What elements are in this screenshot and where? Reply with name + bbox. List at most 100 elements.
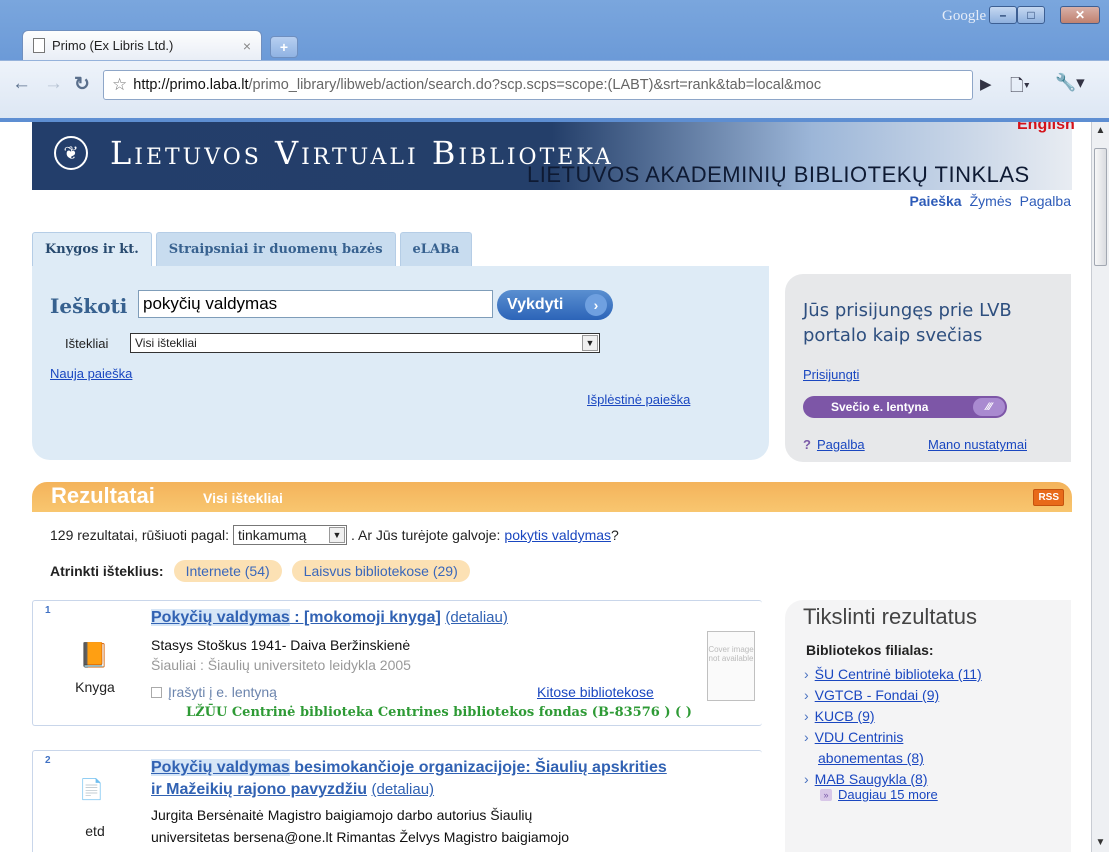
- browser-tab[interactable]: Primo (Ex Libris Ltd.) ×: [22, 30, 262, 60]
- search-button[interactable]: Vykdyti ›: [497, 290, 613, 320]
- guest-eshelf-button[interactable]: Svečio e. lentyna ⁄⁄⁄: [803, 396, 1007, 418]
- did-you-mean-link[interactable]: pokytis valdymas: [504, 527, 611, 543]
- new-search-link[interactable]: Nauja paieška: [50, 366, 132, 381]
- chevron-right-icon: ›: [585, 294, 607, 316]
- filter-available[interactable]: Laisvus bibliotekose (29): [291, 560, 470, 582]
- chevron-right-icon: ›: [804, 729, 809, 745]
- url-host: http://primo.laba.lt: [133, 77, 249, 93]
- thesis-icon: 📄: [79, 779, 104, 801]
- did-you-mean-suffix: ?: [611, 527, 619, 543]
- search-label: Ieškoti: [50, 294, 128, 318]
- minimize-button[interactable]: –: [989, 6, 1017, 24]
- guest-message: Jūs prisijungęs prie LVB portalo kaip sv…: [803, 300, 1012, 347]
- facet-item[interactable]: › VDU Centrinis: [804, 727, 1064, 748]
- search-input[interactable]: [138, 290, 493, 318]
- facet-list: › ŠU Centrinė biblioteka (11) › VGTCB - Fo…: [804, 664, 1064, 790]
- scroll-down-arrow-icon[interactable]: ▼: [1092, 834, 1109, 852]
- browser-toolbar: ← → ↻ ☆ http://primo.laba.lt/primo_libra…: [0, 60, 1109, 118]
- guest-help: ? Pagalba: [803, 437, 865, 452]
- back-arrow-icon[interactable]: ←: [12, 73, 31, 95]
- browser-chrome: Primo (Ex Libris Ltd.) × + Google – □ ✕ …: [0, 0, 1109, 122]
- tab-articles[interactable]: Straipsniai ir duomenų bazės: [155, 232, 396, 266]
- forward-arrow-icon[interactable]: →: [44, 73, 63, 95]
- chevron-down-icon: ▼: [329, 527, 345, 543]
- detail-link[interactable]: (detaliau): [372, 781, 435, 798]
- window-close-button[interactable]: ✕: [1060, 6, 1100, 24]
- facet-item[interactable]: › ŠU Centrinė biblioteka (11): [804, 664, 1064, 685]
- facet-title: Bibliotekos filialas:: [806, 642, 934, 658]
- help-link[interactable]: Pagalba: [817, 437, 865, 452]
- play-icon[interactable]: ▶: [980, 75, 992, 93]
- filter-online[interactable]: Internete (54): [173, 560, 282, 582]
- vertical-scrollbar[interactable]: ▲ ▼: [1091, 122, 1109, 852]
- holdings-info[interactable]: LŽŪU Centrinė biblioteka Centrines bibli…: [186, 705, 692, 720]
- sources-select-value: Visi ištekliai: [135, 336, 197, 350]
- reload-icon[interactable]: ↻: [74, 73, 90, 96]
- more-facets[interactable]: » Daugiau 15 more: [820, 787, 938, 802]
- chevron-right-icon: ›: [804, 771, 809, 787]
- chevron-right-icon: ›: [804, 708, 809, 724]
- page-viewport: ❦ Lietuvos Virtuali Biblioteka LIETUVOS …: [0, 122, 1091, 852]
- add-to-shelf[interactable]: Įrašyti į e. lentyną: [151, 684, 277, 700]
- title-highlight: Pokyčių valdymas: [151, 759, 290, 776]
- search-button-label: Vykdyti: [507, 296, 564, 313]
- tab-title: Primo (Ex Libris Ltd.): [52, 38, 174, 53]
- result-title[interactable]: Pokyčių valdymas : [mokomoji knyga] (det…: [151, 607, 508, 629]
- nav-tags-link[interactable]: Žymės: [970, 193, 1012, 209]
- settings-link[interactable]: Mano nustatymai: [928, 437, 1027, 452]
- nav-search-link[interactable]: Paieška: [909, 193, 961, 209]
- facet-item[interactable]: › VGTCB - Fondai (9): [804, 685, 1064, 706]
- nav-help-link[interactable]: Pagalba: [1020, 193, 1071, 209]
- cover-placeholder: Cover image not available: [707, 631, 755, 701]
- wrench-icon[interactable]: 🔧▾: [1055, 73, 1085, 93]
- more-facets-link[interactable]: Daugiau 15 more: [838, 787, 938, 802]
- result-type: Knyga: [75, 679, 115, 695]
- refine-panel: Tikslinti rezultatus Bibliotekos filiala…: [785, 600, 1071, 852]
- rss-icon[interactable]: RSS: [1033, 489, 1064, 506]
- guest-panel: Jūs prisijungęs prie LVB portalo kaip sv…: [785, 274, 1071, 462]
- results-header: Rezultatai Visi ištekliai RSS: [32, 482, 1072, 512]
- results-title: Rezultatai: [51, 483, 155, 508]
- tab-close-icon[interactable]: ×: [243, 38, 251, 54]
- bookmark-star-icon[interactable]: ☆: [112, 75, 127, 95]
- guest-eshelf-label: Svečio e. lentyna: [831, 400, 929, 414]
- login-link[interactable]: Prisijungti: [803, 367, 859, 382]
- filter-row: Atrinkti išteklius: Internete (54) Laisv…: [50, 560, 470, 582]
- add-to-shelf-label: Įrašyti į e. lentyną: [168, 684, 277, 700]
- tab-books[interactable]: Knygos ir kt.: [32, 232, 152, 266]
- page-menu-icon[interactable]: 🗋▾: [1010, 73, 1030, 102]
- facet-link[interactable]: MAB Saugykla (8): [815, 771, 928, 787]
- sort-select[interactable]: tinkamumą ▼: [233, 525, 347, 545]
- new-tab-button[interactable]: +: [270, 36, 298, 58]
- shelf-icon: ⁄⁄⁄: [973, 398, 1005, 416]
- sort-value: tinkamumą: [238, 527, 307, 543]
- result-authors: Stasys Stoškus 1941- Daiva Beržinskienė: [151, 637, 411, 653]
- result-line: Jurgita Bersėnaitė Magistro baigiamojo d…: [151, 807, 533, 823]
- facet-link[interactable]: KUCB (9): [815, 708, 875, 724]
- top-nav: Paieška Žymės Pagalba: [909, 193, 1071, 209]
- other-libraries-link[interactable]: Kitose bibliotekose: [537, 684, 654, 700]
- facet-item-continued[interactable]: abonementas (8): [804, 748, 1064, 769]
- maximize-button[interactable]: □: [1017, 6, 1045, 24]
- sources-select[interactable]: Visi ištekliai ▼: [130, 333, 600, 353]
- checkbox[interactable]: [151, 686, 162, 698]
- results-count: 129 rezultatai, rūšiuoti pagal:: [50, 527, 229, 543]
- detail-link[interactable]: (detaliau): [445, 609, 508, 626]
- refine-title: Tikslinti rezultatus: [803, 604, 978, 629]
- advanced-search-link[interactable]: Išplėstinė paieška: [587, 392, 690, 407]
- address-bar[interactable]: ☆ http://primo.laba.lt/primo_library/lib…: [103, 70, 973, 100]
- chevron-right-icon: ›: [804, 666, 809, 682]
- search-panel: Ieškoti Vykdyti › Ištekliai Visi ištekli…: [32, 266, 769, 460]
- facet-link[interactable]: abonementas (8): [818, 750, 924, 766]
- sources-label: Ištekliai: [65, 336, 109, 351]
- tab-elaba[interactable]: eLABa: [399, 232, 473, 266]
- language-link[interactable]: English: [1017, 122, 1075, 134]
- result-title[interactable]: Pokyčių valdymas besimokančioje organiza…: [151, 757, 671, 802]
- facet-link[interactable]: ŠU Centrinė biblioteka (11): [815, 666, 982, 682]
- facet-link[interactable]: VDU Centrinis: [815, 729, 904, 745]
- scrollbar-thumb[interactable]: [1094, 148, 1107, 266]
- title-highlight: Pokyčių valdymas: [151, 609, 290, 626]
- facet-item[interactable]: › KUCB (9): [804, 706, 1064, 727]
- facet-link[interactable]: VGTCB - Fondai (9): [815, 687, 939, 703]
- scroll-up-arrow-icon[interactable]: ▲: [1092, 122, 1109, 140]
